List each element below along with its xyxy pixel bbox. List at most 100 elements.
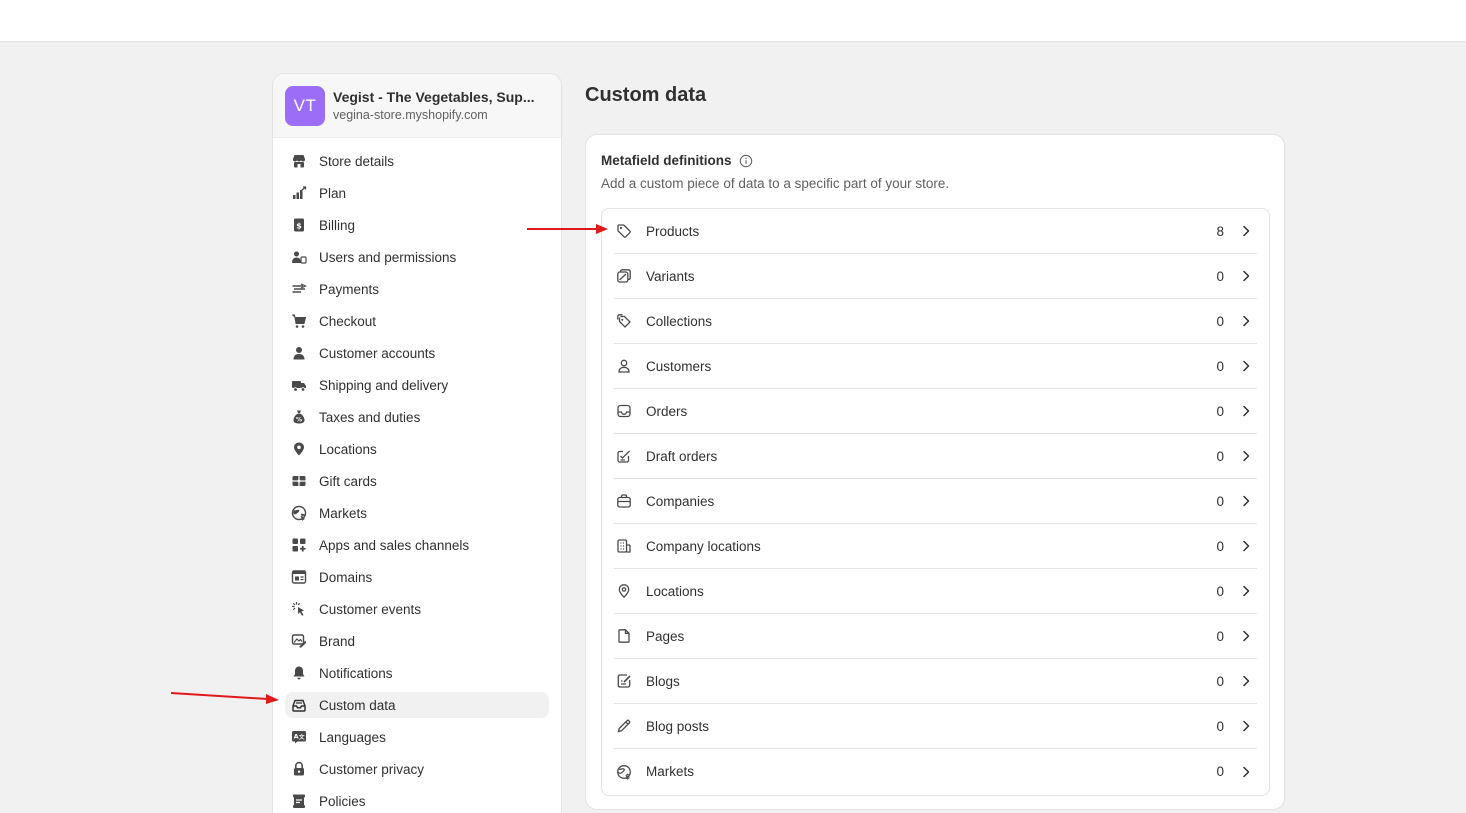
settings-nav: Store details Plan $ Billing Users and permi… <box>273 138 561 813</box>
sidebar-item-apps-and-sales-channels[interactable]: Apps and sales channels <box>285 532 549 558</box>
sidebar-item-domains[interactable]: Domains <box>285 564 549 590</box>
row-collections[interactable]: Collections 0 <box>614 299 1257 344</box>
sidebar-item-label: Gift cards <box>319 473 377 489</box>
row-variants[interactable]: Variants 0 <box>614 254 1257 299</box>
row-count: 0 <box>1216 448 1224 464</box>
bell-icon <box>291 665 307 681</box>
card-title: Metafield definitions <box>601 153 732 168</box>
sidebar-item-users-and-permissions[interactable]: Users and permissions <box>285 244 549 270</box>
row-count: 0 <box>1216 628 1224 644</box>
sidebar-item-label: Plan <box>319 185 347 201</box>
cursor-click-icon <box>291 601 307 617</box>
sidebar-item-shipping-and-delivery[interactable]: Shipping and delivery <box>285 372 549 398</box>
annotation-arrow-custom-data <box>170 692 279 704</box>
sidebar-item-checkout[interactable]: Checkout <box>285 308 549 334</box>
chevron-right-icon <box>1241 359 1251 373</box>
store-avatar: VT <box>285 85 325 126</box>
sidebar-item-policies[interactable]: Policies <box>285 788 549 813</box>
policies-icon <box>291 793 307 809</box>
sidebar-item-brand[interactable]: Brand <box>285 628 549 654</box>
row-products[interactable]: Products 8 <box>614 209 1257 254</box>
sidebar-item-billing[interactable]: $ Billing <box>285 212 549 238</box>
sidebar-item-label: Locations <box>319 441 377 457</box>
row-orders[interactable]: Orders 0 <box>614 389 1257 434</box>
sidebar-item-customer-events[interactable]: Customer events <box>285 596 549 622</box>
sidebar-item-label: Billing <box>319 217 356 233</box>
sidebar-item-plan[interactable]: Plan <box>285 180 549 206</box>
row-label: Variants <box>646 268 695 284</box>
sidebar-item-label: Brand <box>319 633 356 649</box>
plan-icon <box>291 185 307 201</box>
row-label: Customers <box>646 358 712 374</box>
globe-icon: $ <box>616 764 632 780</box>
sidebar-item-store-details[interactable]: Store details <box>285 148 549 174</box>
row-label: Company locations <box>646 538 761 554</box>
row-draft-orders[interactable]: Draft orders 0 <box>614 434 1257 479</box>
row-locations[interactable]: Locations 0 <box>614 569 1257 614</box>
lock-icon <box>291 761 307 777</box>
sidebar-item-custom-data[interactable]: Custom data <box>285 692 549 718</box>
sidebar-item-label: Taxes and duties <box>319 409 421 425</box>
truck-icon <box>291 377 307 393</box>
tag-icon <box>616 223 632 239</box>
sidebar-item-locations[interactable]: Locations <box>285 436 549 462</box>
taxes-icon: % <box>291 409 307 425</box>
row-companies[interactable]: Companies 0 <box>614 479 1257 524</box>
info-icon[interactable] <box>739 154 753 168</box>
row-label: Products <box>646 223 700 239</box>
row-count: 0 <box>1216 718 1224 734</box>
top-bar <box>0 0 1466 42</box>
sidebar-item-customer-privacy[interactable]: Customer privacy <box>285 756 549 782</box>
users-icon <box>291 249 307 265</box>
row-count: 0 <box>1216 764 1224 779</box>
row-count: 0 <box>1216 313 1224 329</box>
page-icon <box>616 628 632 644</box>
sidebar-item-customer-accounts[interactable]: Customer accounts <box>285 340 549 366</box>
person-icon <box>616 358 632 374</box>
languages-icon: A文 <box>291 729 307 745</box>
svg-text:文: 文 <box>299 733 305 741</box>
chevron-right-icon <box>1241 629 1251 643</box>
sidebar-item-label: Policies <box>319 793 366 809</box>
row-markets[interactable]: $ Markets 0 <box>614 749 1257 794</box>
sidebar-item-label: Apps and sales channels <box>319 537 470 553</box>
briefcase-icon <box>616 493 632 509</box>
brand-icon <box>291 633 307 649</box>
payments-icon <box>291 281 307 297</box>
chevron-right-icon <box>1241 494 1251 508</box>
chevron-right-icon <box>1241 314 1251 328</box>
sidebar-item-gift-cards[interactable]: Gift cards <box>285 468 549 494</box>
domains-icon <box>291 569 307 585</box>
row-blog-posts[interactable]: Blog posts 0 <box>614 704 1257 749</box>
pencil-icon <box>616 718 632 734</box>
row-company-locations[interactable]: Company locations 0 <box>614 524 1257 569</box>
row-count: 0 <box>1216 493 1224 509</box>
row-pages[interactable]: Pages 0 <box>614 614 1257 659</box>
sidebar-item-label: Store details <box>319 153 395 169</box>
row-label: Markets <box>646 764 695 779</box>
inbox-icon <box>616 403 632 419</box>
card-description: Add a custom piece of data to a specific… <box>601 176 950 191</box>
chevron-right-icon <box>1241 719 1251 733</box>
sidebar-item-taxes-and-duties[interactable]: % Taxes and duties <box>285 404 549 430</box>
sidebar-item-payments[interactable]: Payments <box>285 276 549 302</box>
person-icon <box>291 345 307 361</box>
chevron-right-icon <box>1241 674 1251 688</box>
row-label: Pages <box>646 628 685 644</box>
location-pin-icon <box>616 583 632 599</box>
svg-text:$: $ <box>300 514 305 521</box>
row-customers[interactable]: Customers 0 <box>614 344 1257 389</box>
chevron-right-icon <box>1241 404 1251 418</box>
chevron-right-icon <box>1241 539 1251 553</box>
chevron-right-icon <box>1241 449 1251 463</box>
location-pin-icon <box>291 441 307 457</box>
store-url: vegina-store.myshopify.com <box>333 107 488 122</box>
resource-list: Products 8 Variants 0 Collections 0 Customers 0… <box>601 208 1270 796</box>
chevron-right-icon <box>1241 765 1251 779</box>
row-blogs[interactable]: Blogs 0 <box>614 659 1257 704</box>
sidebar-item-markets[interactable]: $ Markets <box>285 500 549 526</box>
sidebar-item-languages[interactable]: A 文 Languages <box>285 724 549 750</box>
sidebar-item-notifications[interactable]: Notifications <box>285 660 549 686</box>
sidebar-item-label: Customer accounts <box>319 345 436 361</box>
store-header[interactable]: VT Vegist - The Vegetables, Sup... vegin… <box>273 74 561 138</box>
